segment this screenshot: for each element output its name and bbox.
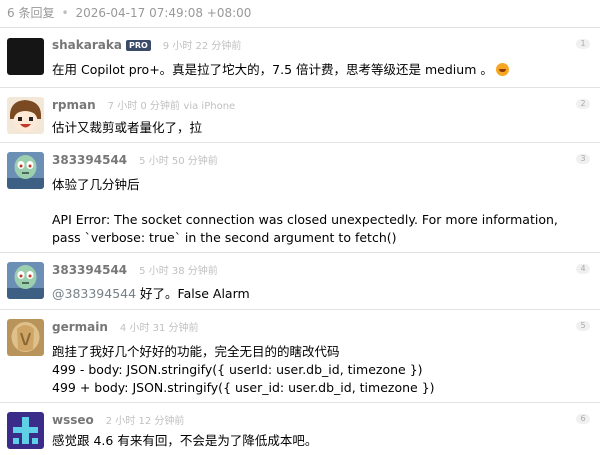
avatar[interactable] — [7, 97, 44, 134]
floor-number: 2 — [576, 99, 590, 109]
username[interactable]: germain — [52, 320, 108, 334]
avatar[interactable] — [7, 262, 44, 299]
reply-meta: wsseo 2 小时 12 分钟前 — [52, 412, 184, 428]
floor-number: 5 — [576, 321, 590, 331]
reply-content: 跑挂了我好几个好好的功能，完全无目的的瞎改代码 499 - body: JSON… — [52, 343, 586, 397]
reply-item: shakaraka PRO 9 小时 22 分钟前 1 在用 Copilot pro… — [0, 28, 600, 88]
reply-count: 6 条回复 — [7, 6, 55, 20]
reply-content: @383394544 好了。False Alarm — [52, 285, 586, 303]
rofl-emoji-icon — [495, 63, 509, 76]
reply-time[interactable]: 4 小时 31 分钟前 — [120, 323, 199, 334]
reply-meta: 383394544 5 小时 38 分钟前 — [52, 262, 218, 278]
reply-time[interactable]: 2 小时 12 分钟前 — [106, 416, 185, 427]
reply-text-line: 499 + body: JSON.stringify({ user_id: us… — [52, 380, 435, 395]
username[interactable]: rpman — [52, 98, 96, 112]
avatar[interactable] — [7, 38, 44, 75]
replies-header: 6 条回复 • 2026-04-17 07:49:08 +08:00 — [0, 0, 600, 28]
reply-item: 383394544 5 小时 50 分钟前 3 体验了几分钟后 API Error… — [0, 143, 600, 253]
reply-text: 感觉跟 4.6 有来有回，不会是为了降低成本吧。 — [52, 433, 318, 448]
avatar[interactable] — [7, 319, 44, 356]
reply-time[interactable]: 5 小时 50 分钟前 — [139, 156, 218, 167]
username[interactable]: 383394544 — [52, 263, 127, 277]
reply-text: 在用 Copilot pro+。真是拉了坨大的，7.5 倍计费，思考等级还是 m… — [52, 62, 493, 77]
reply-item: wsseo 2 小时 12 分钟前 6 感觉跟 4.6 有来有回，不会是为了降低成… — [0, 403, 600, 455]
mention-link[interactable]: @383394544 — [52, 286, 136, 301]
reply-text-line: 跑挂了我好几个好好的功能，完全无目的的瞎改代码 — [52, 344, 340, 359]
via-device: via iPhone — [183, 101, 236, 112]
reply-meta: rpman 7 小时 0 分钟前 via iPhone — [52, 97, 235, 113]
reply-text: 估计又裁剪或者量化了，拉 — [52, 120, 203, 135]
reply-content: 在用 Copilot pro+。真是拉了坨大的，7.5 倍计费，思考等级还是 m… — [52, 61, 586, 79]
reply-list-page: 6 条回复 • 2026-04-17 07:49:08 +08:00 shakara… — [0, 0, 600, 455]
username[interactable]: shakaraka — [52, 38, 122, 52]
reply-content: 估计又裁剪或者量化了，拉 — [52, 119, 586, 137]
reply-text-line: 体验了几分钟后 — [52, 177, 140, 192]
username[interactable]: wsseo — [52, 413, 94, 427]
pro-badge: PRO — [125, 40, 151, 51]
reply-content: 感觉跟 4.6 有来有回，不会是为了降低成本吧。 — [52, 432, 586, 450]
floor-number: 4 — [576, 264, 590, 274]
reply-text-line: API Error: The socket connection was clo… — [52, 212, 558, 245]
avatar[interactable] — [7, 412, 44, 449]
reply-meta: germain 4 小时 31 分钟前 — [52, 319, 199, 335]
username[interactable]: 383394544 — [52, 153, 127, 167]
reply-item: rpman 7 小时 0 分钟前 via iPhone 2 估计又裁剪或者量化了，… — [0, 88, 600, 143]
reply-meta: shakaraka PRO 9 小时 22 分钟前 — [52, 37, 241, 53]
topic-timestamp: 2026-04-17 07:49:08 +08:00 — [75, 6, 252, 20]
reply-text: 好了。False Alarm — [136, 286, 250, 301]
floor-number: 3 — [576, 154, 590, 164]
floor-number: 1 — [576, 39, 590, 49]
avatar[interactable] — [7, 152, 44, 189]
header-separator: • — [61, 6, 69, 20]
reply-time[interactable]: 5 小时 38 分钟前 — [139, 266, 218, 277]
floor-number: 6 — [576, 414, 590, 424]
reply-meta: 383394544 5 小时 50 分钟前 — [52, 152, 218, 168]
reply-time[interactable]: 9 小时 22 分钟前 — [163, 41, 242, 52]
reply-text-line: 499 - body: JSON.stringify({ userId: use… — [52, 362, 423, 377]
reply-item: 383394544 5 小时 38 分钟前 4 @383394544 好了。Fal… — [0, 253, 600, 310]
reply-content: 体验了几分钟后 API Error: The socket connection… — [52, 176, 586, 247]
reply-time[interactable]: 7 小时 0 分钟前 — [108, 101, 180, 112]
reply-item: germain 4 小时 31 分钟前 5 跑挂了我好几个好好的功能，完全无目的的… — [0, 310, 600, 403]
